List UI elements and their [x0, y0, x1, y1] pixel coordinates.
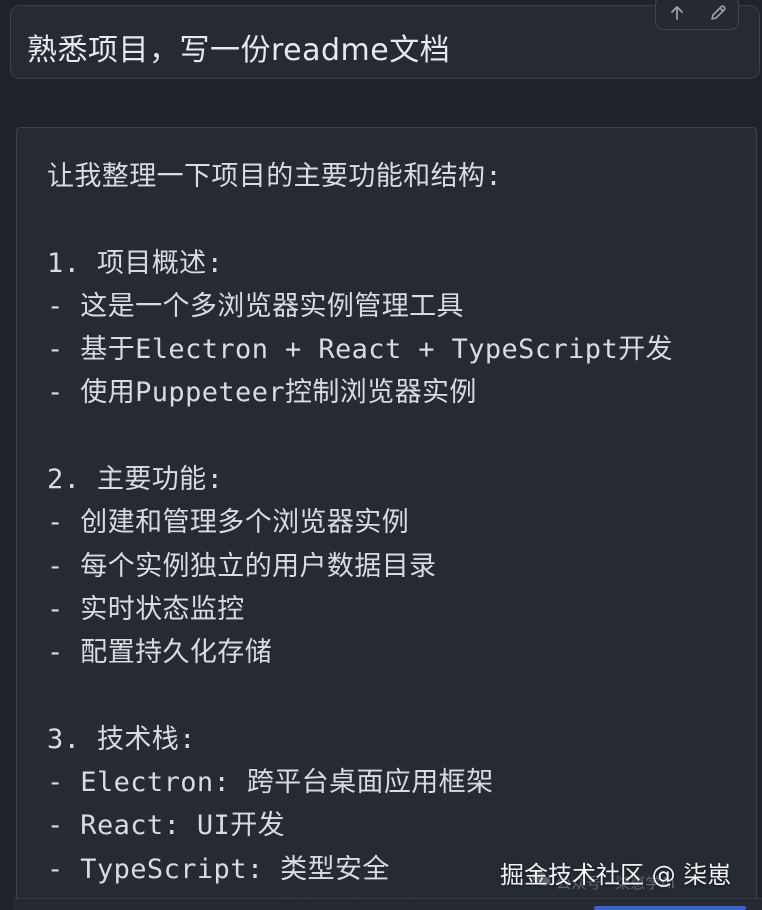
response-line: [47, 415, 673, 458]
assistant-response: 让我整理一下项目的主要功能和结构: 1. 项目概述: - 这是一个多浏览器实例管…: [16, 127, 757, 910]
bottom-accent-bar: [594, 906, 746, 910]
response-line: 3. 技术栈:: [47, 723, 196, 755]
response-line: - React: UI开发: [47, 810, 286, 842]
user-message-text: 熟悉项目，写一份readme文档: [27, 33, 451, 68]
chat-page: 熟悉项目，写一份readme文档 让我整理一下项目的主要功能和结构: 1. 项目…: [0, 0, 762, 910]
message-actions: [655, 0, 739, 30]
user-message-bubble: 熟悉项目，写一份readme文档: [10, 0, 760, 79]
response-line: [47, 198, 673, 241]
response-line: - Electron: 跨平台桌面应用框架: [47, 767, 494, 799]
response-line: - 配置持久化存储: [47, 637, 273, 669]
response-line: - 每个实例独立的用户数据目录: [47, 550, 437, 582]
response-text: 让我整理一下项目的主要功能和结构: 1. 项目概述: - 这是一个多浏览器实例管…: [47, 155, 673, 910]
response-line: - 使用Puppeteer控制浏览器实例: [47, 377, 477, 409]
response-line: - 这是一个多浏览器实例管理工具: [47, 290, 464, 322]
response-line: - 创建和管理多个浏览器实例: [47, 507, 410, 539]
response-line: - 基于Electron + React + TypeScript开发: [47, 334, 673, 366]
pencil-icon[interactable]: [707, 2, 729, 24]
arrow-up-icon[interactable]: [666, 2, 688, 24]
response-line: [47, 675, 673, 718]
response-line: 让我整理一下项目的主要功能和结构:: [47, 161, 503, 192]
watermark-text: 掘金技术社区 @ 柒崽: [500, 861, 732, 889]
response-line: 1. 项目概述:: [47, 247, 224, 279]
response-line: 2. 主要功能:: [47, 464, 224, 496]
response-line: - 实时状态监控: [47, 593, 245, 625]
